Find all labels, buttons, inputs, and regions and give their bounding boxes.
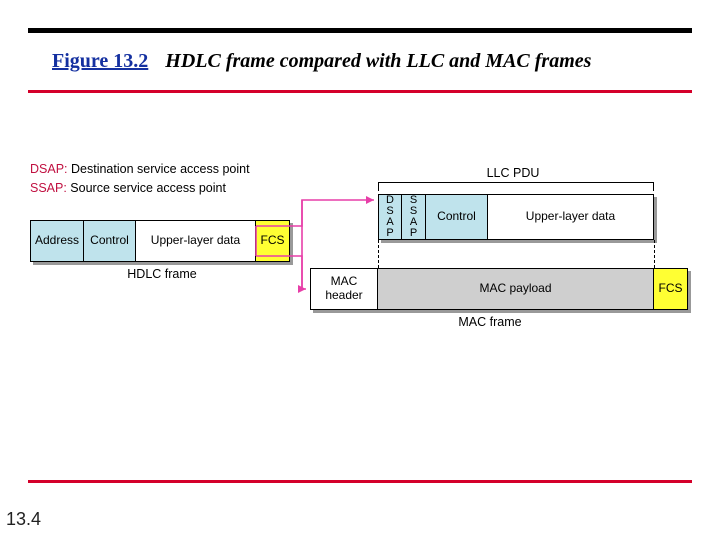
llc-bracket xyxy=(378,182,654,192)
top-rule xyxy=(28,28,692,33)
llc-control: Control xyxy=(426,194,488,240)
bottom-rule xyxy=(28,480,692,483)
mac-header: MAC header xyxy=(310,268,378,310)
diagram: DSAP: Destination service access point S… xyxy=(30,160,690,420)
mac-payload: MAC payload xyxy=(378,268,654,310)
dashed-guide-left xyxy=(378,240,379,268)
mac-caption: MAC frame xyxy=(430,315,550,329)
arrowhead-mac xyxy=(298,285,306,293)
dsap-term: DSAP: xyxy=(30,162,68,176)
figure-caption: HDLC frame compared with LLC and MAC fra… xyxy=(165,50,591,72)
llc-upper-layer-data: Upper-layer data xyxy=(488,194,654,240)
hdlc-upper-layer-data: Upper-layer data xyxy=(136,220,256,262)
figure-label: Figure 13.2 xyxy=(52,50,148,72)
title-underline xyxy=(28,90,692,93)
hdlc-address: Address xyxy=(30,220,84,262)
hdlc-fcs: FCS xyxy=(256,220,290,262)
llc-dsap: D S A P xyxy=(378,194,402,240)
llc-ssap-3: P xyxy=(410,228,417,239)
mac-fcs: FCS xyxy=(654,268,688,310)
page-number: 13.4 xyxy=(6,509,41,530)
figure-title: Figure 13.2 HDLC frame compared with LLC… xyxy=(52,50,680,73)
llc-ssap: S S A P xyxy=(402,194,426,240)
llc-pdu-label: LLC PDU xyxy=(468,166,558,180)
llc-frame: D S A P S S A P Control Upper-layer data xyxy=(378,194,654,240)
mac-frame: MAC header MAC payload FCS xyxy=(310,268,688,310)
ssap-term: SSAP: xyxy=(30,181,67,195)
llc-dsap-3: P xyxy=(386,228,394,239)
dsap-text: Destination service access point xyxy=(68,162,250,176)
ssap-text: Source service access point xyxy=(67,181,226,195)
ssap-def: SSAP: Source service access point xyxy=(30,179,250,198)
arrowhead-llc xyxy=(366,196,374,204)
dsap-def: DSAP: Destination service access point xyxy=(30,160,250,179)
hdlc-control: Control xyxy=(84,220,136,262)
hdlc-caption: HDLC frame xyxy=(102,267,222,281)
definitions: DSAP: Destination service access point S… xyxy=(30,160,250,198)
dashed-guide-right xyxy=(654,240,655,268)
hdlc-frame: Address Control Upper-layer data FCS xyxy=(30,220,290,262)
